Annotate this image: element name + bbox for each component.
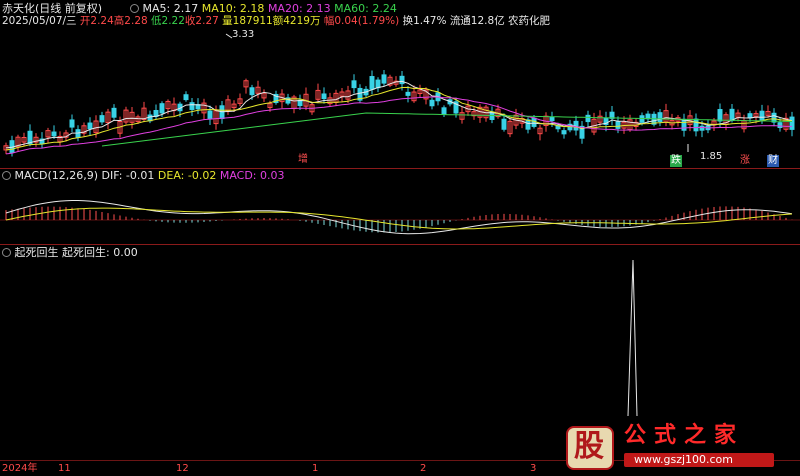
increase-tag[interactable]: 增: [297, 154, 309, 166]
watermark-logo: 股: [566, 426, 614, 470]
quote-turnover: 换1.47%: [402, 15, 447, 27]
peak-price-label: 3.33: [232, 29, 255, 40]
candle-body: [405, 91, 411, 96]
quote-bar: 2025/05/07/三 开2.24高2.28 低2.22收2.27 量1879…: [2, 15, 550, 28]
candle-body: [525, 119, 531, 130]
panel-divider-2[interactable]: [0, 244, 800, 245]
ma10-label: MA10: 2.18: [201, 2, 265, 15]
quote-change: 幅0.04(1.79%): [323, 15, 400, 27]
macd-value: MACD: 0.03: [219, 169, 285, 182]
candle-body: [51, 131, 57, 137]
candle-body: [399, 75, 405, 85]
low-price-label: 1.85: [700, 151, 723, 162]
quote-close: 收2.27: [184, 15, 219, 27]
quote-date: 2025/05/07/三: [2, 15, 77, 27]
watermark-url: www.gszj100.com: [634, 453, 734, 466]
ma-legend: MA5: 2.17 MA10: 2.18 MA20: 2.13 MA60: 2.…: [130, 2, 397, 15]
quote-volume: 量187911: [222, 15, 273, 27]
candle-body: [729, 108, 735, 121]
candle-body: [699, 125, 705, 131]
finance-tag[interactable]: 财: [767, 155, 779, 167]
ma20-label: MA20: 2.13: [267, 2, 331, 15]
watermark: 股 公式之家 www.gszj100.com: [558, 420, 798, 472]
macd-title: MACD(12,26,9): [14, 169, 99, 182]
candle-body: [681, 118, 687, 131]
candle-body: [375, 79, 381, 89]
candle-body: [777, 122, 783, 129]
fall-tag[interactable]: 跌: [670, 155, 682, 167]
candle-body: [747, 113, 753, 119]
watermark-url-bar: www.gszj100.com: [624, 453, 774, 467]
axis-label-mar: 3: [530, 463, 537, 474]
macd-legend: MACD(12,26,9) DIF: -0.01 DEA: -0.02 MACD…: [2, 169, 285, 182]
macd-dif: DIF: -0.01: [101, 169, 155, 182]
dea-line: [5, 207, 793, 230]
logo-char: 股: [574, 429, 604, 464]
candle-body: [759, 110, 765, 122]
quote-open: 开2.24: [79, 15, 114, 27]
indicator-spike: [627, 259, 638, 417]
candle-body: [615, 121, 621, 129]
candle-body: [183, 94, 189, 101]
macd-collapse-icon[interactable]: [2, 171, 11, 180]
candle-body: [789, 116, 795, 130]
candle-body: [207, 110, 213, 120]
candle-body: [693, 118, 699, 132]
candle-body: [351, 80, 357, 89]
candle-body: [531, 117, 537, 127]
stock-title: 赤天化(日线 前复权): [2, 2, 102, 15]
watermark-text: 公式之家: [624, 423, 745, 448]
candle-body: [549, 117, 555, 122]
candle-body: [321, 93, 327, 100]
candle-body: [717, 109, 723, 122]
quote-low: 低2.22: [151, 15, 185, 27]
axis-label-nov: 11: [58, 463, 71, 474]
candle-body: [99, 115, 105, 123]
macd-chart[interactable]: [0, 182, 800, 244]
candle-body: [381, 74, 387, 84]
rise-tag[interactable]: 涨: [739, 155, 751, 167]
axis-label-feb: 2: [420, 463, 427, 474]
quote-float: 流通12.8亿: [449, 15, 505, 27]
dif-line: [5, 200, 793, 235]
quote-amount: 额4219万: [272, 15, 321, 27]
candle-body: [189, 102, 195, 110]
candle-body: [441, 107, 447, 115]
candle-body: [561, 130, 567, 135]
axis-label-year: 2024年: [2, 463, 38, 474]
axis-label-jan: 1: [312, 463, 319, 474]
candle-body: [585, 114, 591, 123]
axis-label-dec: 12: [176, 463, 189, 474]
quote-sector: 农药化肥: [508, 15, 551, 27]
quote-high: 高2.28: [113, 15, 148, 27]
collapse-icon[interactable]: [130, 4, 139, 13]
candle-body: [657, 112, 663, 123]
ma5-label: MA5: 2.17: [142, 2, 199, 15]
candle-body: [27, 130, 33, 145]
candle-body: [69, 119, 75, 128]
candle-body: [249, 87, 255, 96]
candle-body: [429, 99, 435, 107]
candle-body: [501, 118, 507, 130]
indicator-collapse-icon[interactable]: [2, 248, 11, 257]
candle-body: [639, 115, 645, 123]
macd-dea: DEA: -0.02: [157, 169, 217, 182]
candle-body: [369, 76, 375, 90]
ma60-label: MA60: 2.24: [334, 2, 397, 15]
stock-name: 赤天化(日线 前复权): [2, 2, 103, 15]
candle-body: [159, 103, 165, 114]
price-chart[interactable]: [0, 28, 800, 168]
candle-body: [87, 122, 93, 130]
candle-body: [111, 107, 117, 118]
